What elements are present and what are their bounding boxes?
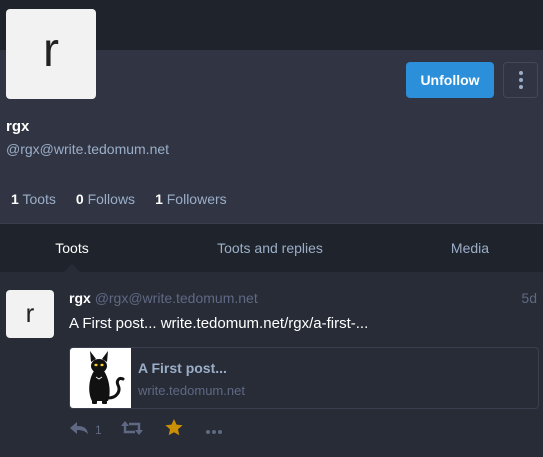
star-icon (165, 419, 183, 441)
status-display-name: rgx (69, 290, 91, 306)
account-menu-button[interactable] (503, 62, 538, 98)
more-options-button[interactable] (206, 419, 222, 441)
status-author[interactable]: rgx @rgx@write.tedomum.net (69, 290, 258, 306)
boost-button[interactable] (121, 419, 143, 441)
active-tab-indicator (64, 264, 80, 272)
status-item[interactable]: r rgx @rgx@write.tedomum.net 5d A First … (0, 272, 543, 457)
account-handle: @rgx@write.tedomum.net (6, 141, 170, 157)
tab-toots-and-replies[interactable]: Toots and replies (195, 224, 345, 273)
counter-followers[interactable]: 1 Followers (155, 191, 227, 207)
black-cat-image (70, 348, 131, 408)
unfollow-button[interactable]: Unfollow (406, 62, 494, 98)
card-url: write.tedomum.net (138, 383, 245, 398)
account-counters: 1 Toots 0 Follows 1 Followers (11, 191, 247, 207)
account-avatar[interactable]: r (6, 9, 96, 99)
ellipsis-icon (206, 421, 222, 439)
status-avatar[interactable]: r (6, 290, 54, 338)
vertical-ellipsis-icon (518, 71, 523, 75)
counter-toots[interactable]: 1 Toots (11, 191, 56, 207)
account-tab-bar: Toots Toots and replies Media (0, 223, 543, 272)
tab-media[interactable]: Media (430, 224, 510, 273)
reply-button[interactable]: 1 (69, 419, 102, 441)
favourite-button[interactable] (165, 419, 183, 441)
avatar-letter: r (43, 24, 59, 77)
avatar-letter: r (25, 297, 35, 328)
reply-icon (69, 421, 89, 440)
boost-icon (121, 420, 143, 440)
link-preview-card[interactable]: A First post... write.tedomum.net (69, 347, 539, 409)
counter-follows[interactable]: 0 Follows (76, 191, 135, 207)
reply-count: 1 (95, 423, 102, 437)
status-content[interactable]: A First post... write.tedomum.net/rgx/a-… (69, 315, 368, 332)
status-account: @rgx@write.tedomum.net (94, 290, 258, 306)
account-display-name: rgx (6, 118, 30, 135)
card-title: A First post... (138, 360, 227, 376)
status-timestamp[interactable]: 5d (521, 290, 537, 306)
